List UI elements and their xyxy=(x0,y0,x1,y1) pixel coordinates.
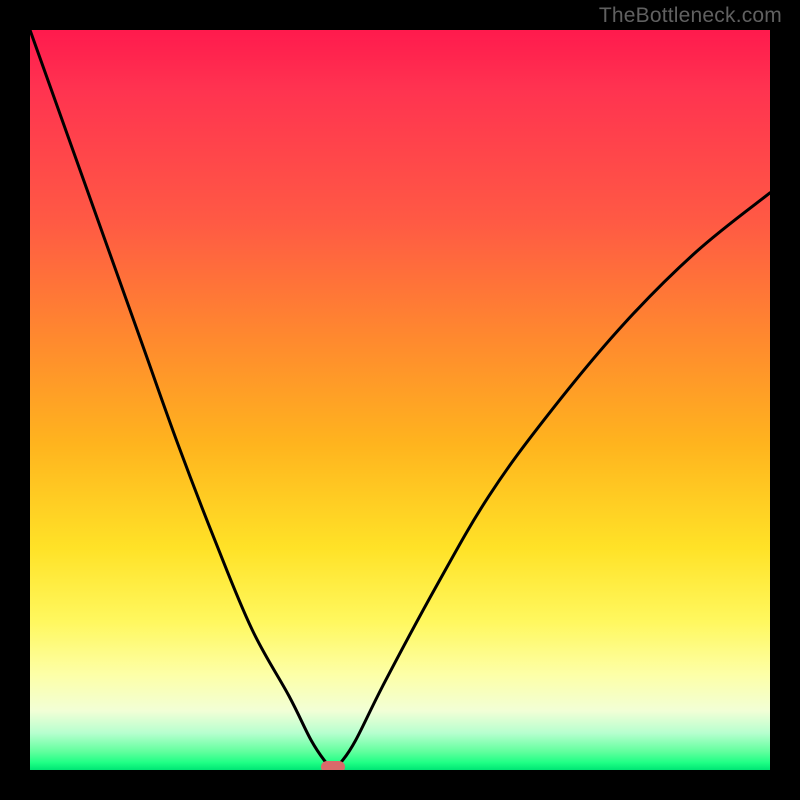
background-gradient xyxy=(30,30,770,770)
plot-area xyxy=(30,30,770,770)
minimum-marker xyxy=(321,761,345,770)
attribution-label: TheBottleneck.com xyxy=(599,4,782,28)
chart-frame: TheBottleneck.com xyxy=(0,0,800,800)
